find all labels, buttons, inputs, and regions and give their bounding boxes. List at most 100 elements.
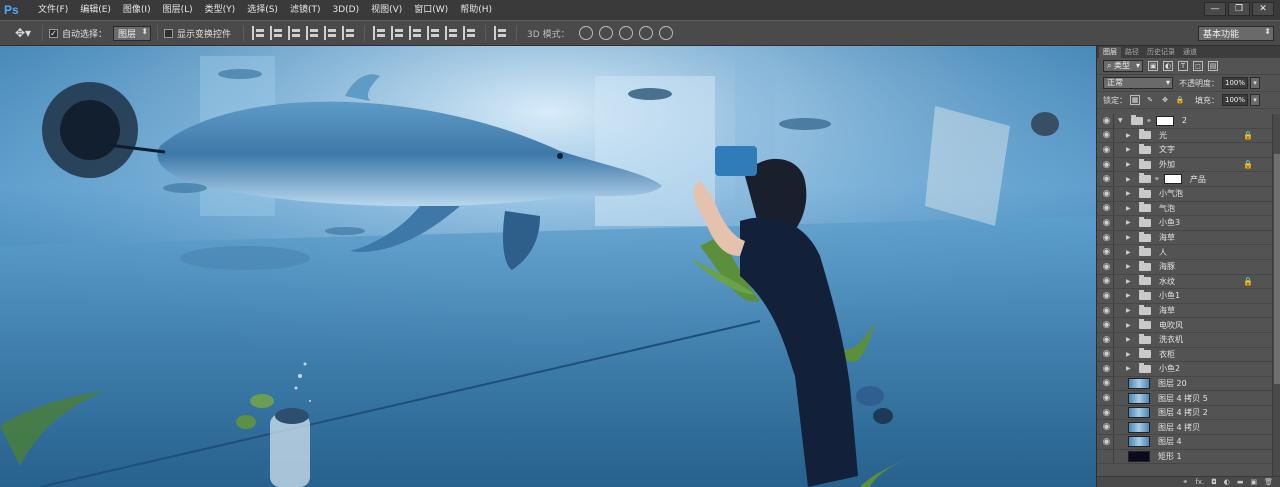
- lock-transparent-icon[interactable]: ▦: [1130, 95, 1140, 105]
- visibility-eye-icon[interactable]: ◉: [1100, 288, 1114, 303]
- layer-mask-thumbnail[interactable]: [1163, 174, 1182, 185]
- chain-link-icon[interactable]: ⚭: [1154, 175, 1160, 183]
- visibility-eye-icon[interactable]: ◉: [1100, 142, 1114, 157]
- menu-item[interactable]: 3D(D): [326, 0, 365, 20]
- distribute-bottom-icon[interactable]: [409, 26, 423, 40]
- visibility-eye-icon[interactable]: ◉: [1100, 391, 1114, 406]
- 3d-pan-icon[interactable]: [618, 26, 633, 40]
- menu-item[interactable]: 图层(L): [157, 0, 199, 20]
- collapse-arrow-icon[interactable]: ▶: [1126, 278, 1136, 285]
- collapse-arrow-icon[interactable]: ▶: [1126, 132, 1136, 139]
- layer-row[interactable]: ◉ ▶ 气泡: [1097, 201, 1273, 217]
- distribute-hcenter-icon[interactable]: [445, 26, 459, 40]
- collapse-arrow-icon[interactable]: ▶: [1126, 336, 1136, 343]
- move-tool-icon[interactable]: ✥▾: [10, 24, 36, 42]
- filter-pixel-icon[interactable]: ▣: [1148, 61, 1159, 71]
- menu-item[interactable]: 视图(V): [365, 0, 408, 20]
- layer-row[interactable]: ◉ ▶ 小鱼2: [1097, 361, 1273, 377]
- layer-row[interactable]: ◉ ▶ 光 🔒: [1097, 128, 1273, 144]
- visibility-eye-icon[interactable]: ◉: [1100, 449, 1114, 464]
- distribute-vcenter-icon[interactable]: [391, 26, 405, 40]
- layer-row[interactable]: ◉ 图层 4: [1097, 434, 1273, 450]
- collapse-arrow-icon[interactable]: ▶: [1126, 234, 1136, 241]
- layer-row[interactable]: ◉ ▶ 人: [1097, 245, 1273, 260]
- filter-type-icon[interactable]: T: [1178, 61, 1189, 71]
- collapse-arrow-icon[interactable]: ▶: [1126, 205, 1136, 212]
- collapse-arrow-icon[interactable]: ▶: [1126, 263, 1136, 270]
- visibility-eye-icon[interactable]: ◉: [1100, 405, 1114, 420]
- scroll-thumb[interactable]: [1274, 154, 1280, 384]
- layer-row[interactable]: ◉ ▶ ⚭ 产品: [1097, 172, 1273, 187]
- tab-layers[interactable]: 图层: [1099, 47, 1121, 58]
- visibility-eye-icon[interactable]: ◉: [1100, 376, 1114, 391]
- visibility-eye-icon[interactable]: ◉: [1100, 347, 1114, 362]
- visibility-eye-icon[interactable]: ◉: [1100, 215, 1114, 230]
- folder-icon[interactable]: ▬: [1237, 478, 1244, 486]
- collapse-arrow-icon[interactable]: ▶: [1126, 249, 1136, 256]
- visibility-eye-icon[interactable]: ◉: [1100, 186, 1114, 201]
- visibility-eye-icon[interactable]: ◉: [1100, 318, 1114, 333]
- align-right-icon[interactable]: [342, 26, 356, 40]
- visibility-eye-icon[interactable]: ◉: [1100, 259, 1114, 274]
- filter-kind-dropdown[interactable]: ⌕ 类型: [1103, 60, 1144, 72]
- layer-row[interactable]: ◉ 矩形 1: [1097, 449, 1273, 465]
- layer-row[interactable]: ◉ ▶ 小气泡: [1097, 186, 1273, 202]
- layer-row[interactable]: ◉ 图层 4 拷贝 5: [1097, 391, 1273, 406]
- visibility-eye-icon[interactable]: ◉: [1100, 332, 1114, 347]
- tab-channels[interactable]: 通道: [1179, 47, 1201, 58]
- collapse-arrow-icon[interactable]: ▶: [1126, 161, 1136, 168]
- menu-item[interactable]: 文件(F): [32, 0, 74, 20]
- workspace-dropdown[interactable]: 基本功能: [1198, 26, 1274, 41]
- menu-item[interactable]: 类型(Y): [199, 0, 242, 20]
- visibility-eye-icon[interactable]: ◉: [1100, 157, 1114, 172]
- 3d-slide-icon[interactable]: [638, 26, 653, 40]
- adjustment-icon[interactable]: ◐: [1224, 478, 1230, 486]
- visibility-eye-icon[interactable]: ◉: [1100, 230, 1114, 245]
- align-hcenter-icon[interactable]: [324, 26, 338, 40]
- distribute-left-icon[interactable]: [427, 26, 441, 40]
- layer-row[interactable]: ◉ ▶ 小鱼3: [1097, 215, 1273, 231]
- mask-icon[interactable]: ◘: [1211, 478, 1217, 486]
- fill-input[interactable]: 100%: [1222, 94, 1248, 106]
- visibility-eye-icon[interactable]: ◉: [1100, 201, 1114, 216]
- collapse-arrow-icon[interactable]: ▶: [1126, 176, 1136, 183]
- menu-item[interactable]: 图像(I): [117, 0, 157, 20]
- menu-item[interactable]: 滤镜(T): [284, 0, 327, 20]
- fx-icon[interactable]: fx.: [1195, 478, 1204, 486]
- fill-slider-button[interactable]: ▾: [1250, 94, 1260, 106]
- link-icon[interactable]: ⚭: [1182, 478, 1188, 486]
- collapse-arrow-icon[interactable]: ▶: [1126, 351, 1136, 358]
- visibility-eye-icon[interactable]: ◉: [1100, 114, 1114, 128]
- layer-mask-thumbnail[interactable]: [1155, 115, 1174, 126]
- close-button[interactable]: ✕: [1252, 2, 1274, 16]
- visibility-eye-icon[interactable]: ◉: [1100, 361, 1114, 376]
- layers-scrollbar[interactable]: [1272, 114, 1280, 476]
- auto-align-icon[interactable]: [494, 26, 508, 40]
- layer-row[interactable]: ◉ ▶ 海豚: [1097, 259, 1273, 275]
- collapse-arrow-icon[interactable]: ▶: [1126, 219, 1136, 226]
- show-transform-checkbox[interactable]: 显示变换控件: [164, 27, 231, 40]
- layer-row[interactable]: ◉ ▶ 外加 🔒: [1097, 157, 1273, 173]
- layer-row[interactable]: ◉ ▶ 小鱼1: [1097, 288, 1273, 304]
- layer-row[interactable]: ◉ ▶ 水纹 🔒: [1097, 274, 1273, 290]
- auto-select-dropdown[interactable]: 图层: [113, 25, 152, 41]
- collapse-arrow-icon[interactable]: ▶: [1126, 146, 1136, 153]
- expand-arrow-icon[interactable]: ▼: [1118, 117, 1128, 124]
- menu-item[interactable]: 帮助(H): [454, 0, 498, 20]
- lock-paint-icon[interactable]: ✎: [1145, 95, 1155, 105]
- chain-link-icon[interactable]: ⚭: [1146, 117, 1152, 125]
- collapse-arrow-icon[interactable]: ▶: [1126, 365, 1136, 372]
- collapse-arrow-icon[interactable]: ▶: [1126, 307, 1136, 314]
- menu-item[interactable]: 窗口(W): [408, 0, 454, 20]
- collapse-arrow-icon[interactable]: ▶: [1126, 190, 1136, 197]
- 3d-rotate-icon[interactable]: [578, 26, 593, 40]
- layer-row[interactable]: ◉ ▶ 文字: [1097, 142, 1273, 158]
- tab-history[interactable]: 历史记录: [1143, 47, 1179, 58]
- 3d-scale-icon[interactable]: [658, 26, 673, 40]
- 3d-roll-icon[interactable]: [598, 26, 613, 40]
- layer-row[interactable]: ◉ 图层 4 拷贝 2: [1097, 405, 1273, 421]
- blend-mode-dropdown[interactable]: 正常: [1103, 77, 1173, 89]
- filter-adjustment-icon[interactable]: ◐: [1163, 61, 1174, 71]
- visibility-eye-icon[interactable]: ◉: [1100, 274, 1114, 289]
- layer-row[interactable]: ◉ ▶ 洗衣机: [1097, 332, 1273, 348]
